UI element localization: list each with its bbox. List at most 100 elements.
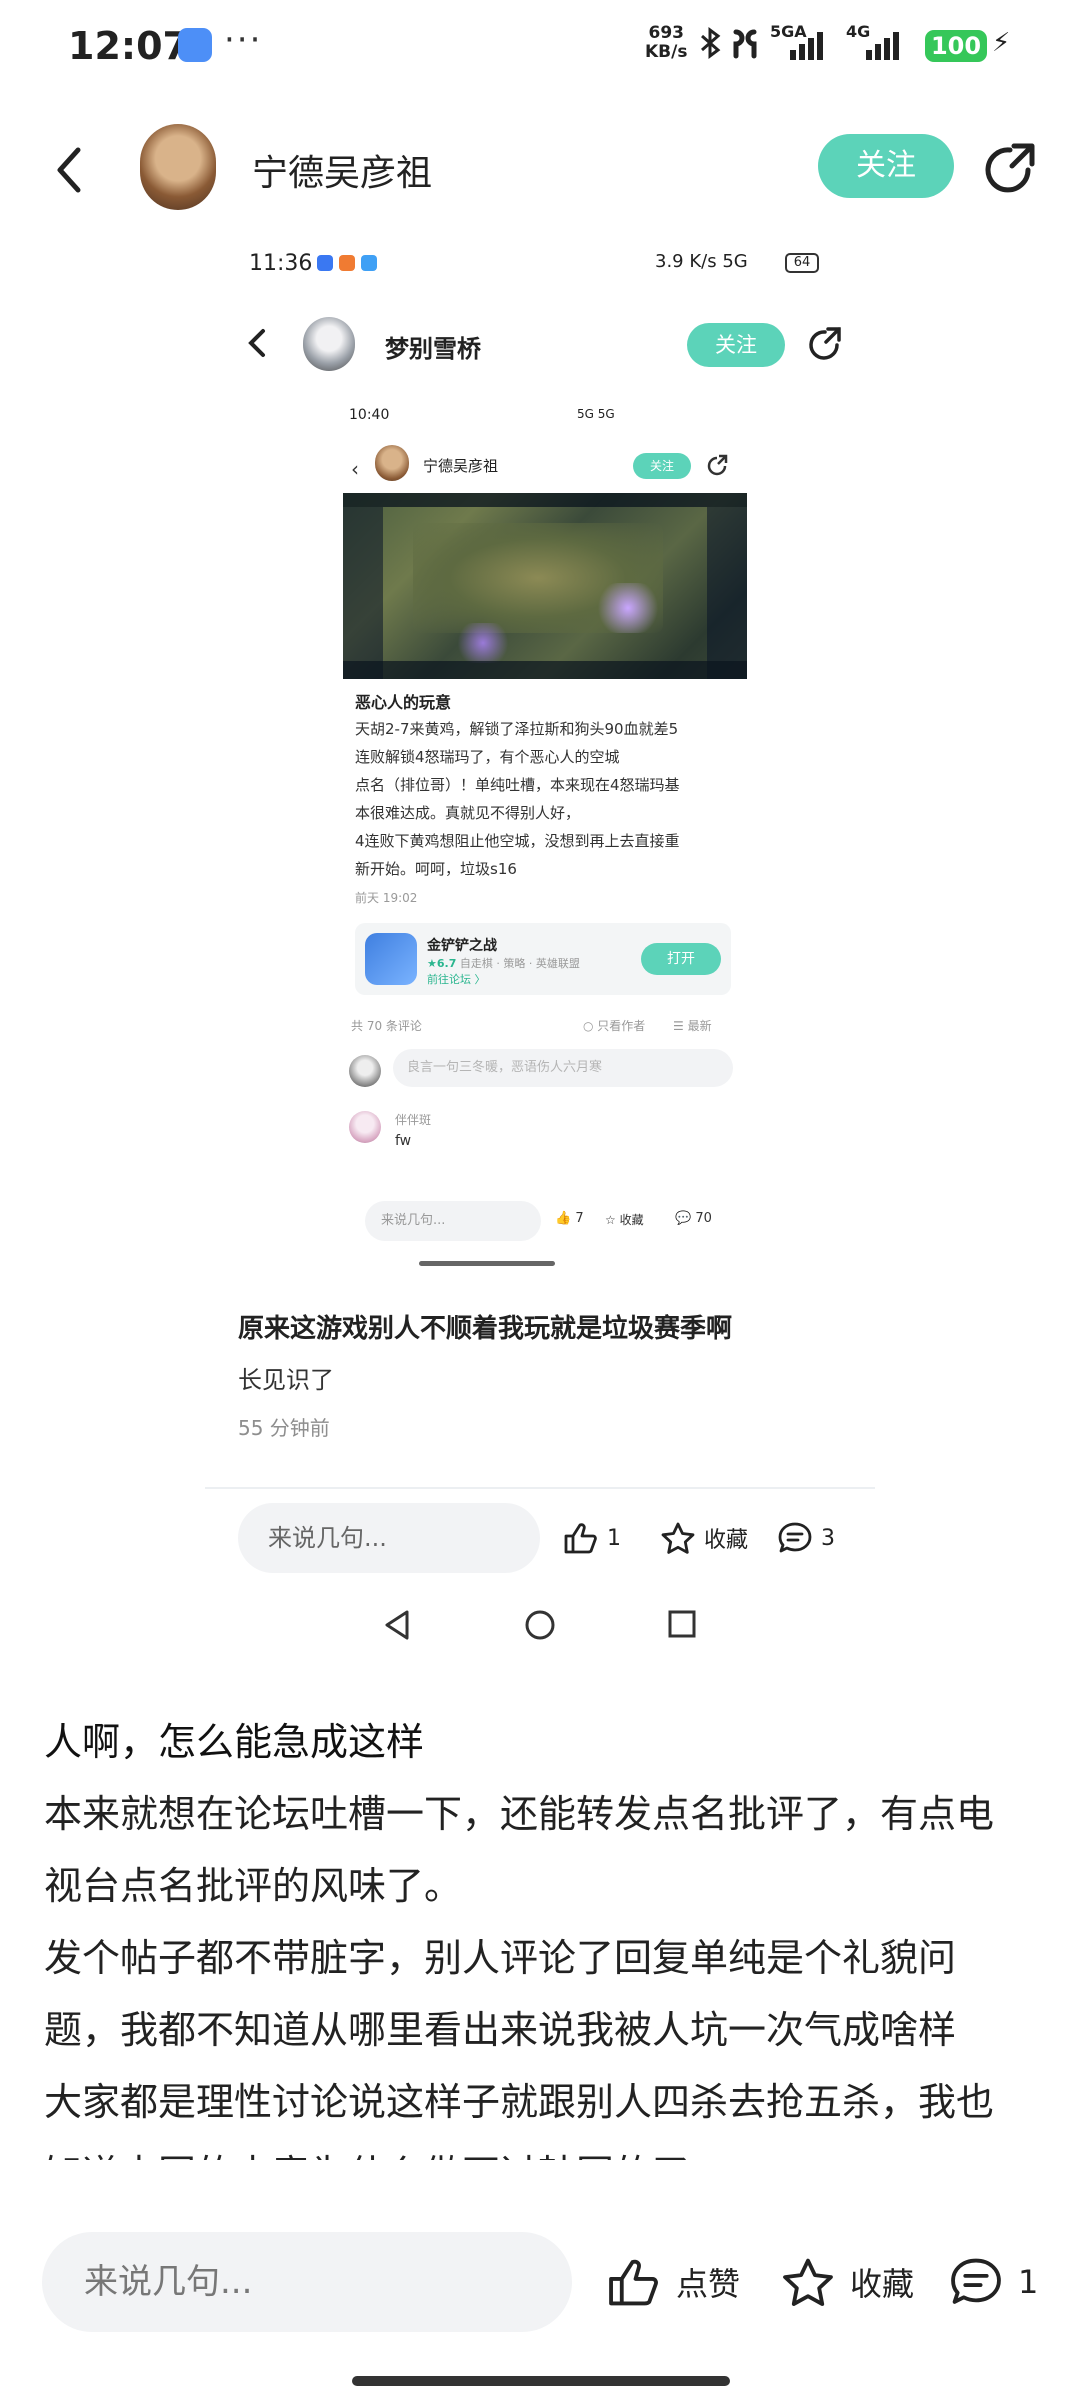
shot-like: 1: [563, 1521, 621, 1555]
shot-share-icon: [805, 325, 843, 367]
game-card-name: 金铲铲之战: [427, 938, 497, 954]
home-indicator[interactable]: [352, 2376, 730, 2386]
shot-fav-label: 收藏: [704, 1528, 749, 1553]
battery-indicator: 100: [925, 30, 987, 62]
shot-author-name: 梦别雪桥: [385, 335, 481, 363]
like-button[interactable]: 点赞: [606, 2256, 740, 2308]
nested-comment-count-button: 💬 70: [675, 1211, 712, 1226]
post-line: 发个帖子都不带脏字，别人评论了回复单纯是个礼貌问: [44, 1936, 957, 1980]
follow-button[interactable]: 关注: [818, 134, 954, 198]
nested-post-title: 恶心人的玩意: [355, 693, 452, 712]
nested-back-icon: ‹: [351, 457, 359, 481]
star-icon: [661, 1522, 695, 1554]
shot-comment-count: 3: [821, 1525, 835, 1551]
shot-author-avatar: [303, 317, 355, 371]
shot-app-icons: [317, 255, 377, 271]
post-line: 本来就想在论坛吐槽一下，还能转发点名批评了，有点电: [44, 1792, 995, 1836]
nested-post-body: 天胡2-7来黄鸡，解锁了泽拉斯和狗头90血就差5 连败解锁4怒瑞玛了，有个恶心人…: [355, 715, 745, 883]
network-speed-value: 693: [648, 23, 684, 43]
shot-post-title: 原来这游戏别人不顺着我玩就是垃圾赛季啊: [238, 1314, 733, 1344]
shot-back-icon: [245, 325, 269, 365]
nested-post-line: 新开始。呵呵，垃圾s16: [355, 860, 517, 878]
nested-share-icon: [705, 453, 729, 477]
nested-post-line: 本很难达成。真就见不得别人好，: [355, 804, 581, 822]
post-title: 人啊，怎么能急成这样: [44, 1720, 425, 1764]
nested-like-count: 👍 7: [555, 1211, 584, 1226]
thumbs-up-icon: 👍: [555, 1211, 572, 1226]
nested-favorite: ☆ 收藏: [605, 1211, 644, 1228]
like-label: 点赞: [676, 2265, 741, 2303]
bluetooth-earbuds-icons: [698, 26, 768, 68]
nested-post-line: 点名（排位哥）！单纯吐槽，本来现在4怒瑞玛基: [355, 776, 680, 794]
shot-battery: 64: [785, 253, 819, 273]
nested-commenter-avatar: [349, 1111, 381, 1143]
post-line: 视台点名批评的风味了。: [44, 1864, 463, 1908]
nested-post-line: 连败解锁4怒瑞玛了，有个恶心人的空城: [355, 748, 620, 766]
back-button[interactable]: [44, 140, 96, 200]
nested-status-time: 10:40: [349, 407, 390, 423]
nested-post-line: 4连败下黄鸡想阻止他空城，没想到再上去直接重: [355, 832, 680, 850]
nested-screenshot: 10:40 5G 5G ‹ 宁德吴彦祖 关注 恶心人的玩意 天胡2-7来黄鸡，解…: [337, 395, 749, 1430]
chevron-left-icon: [57, 147, 81, 193]
nested-post-line: 天胡2-7来黄鸡，解锁了泽拉斯和狗头90血就差5: [355, 720, 679, 738]
signal-bars-2-icon: [866, 30, 899, 60]
nested-status-icons: 5G 5G: [577, 407, 615, 421]
star-icon: [783, 2258, 833, 2306]
thumbs-up-icon: [609, 2259, 658, 2306]
nested-home-indicator: [419, 1261, 555, 1266]
nested-sort-toggle: ☰ 最新: [673, 1019, 712, 1033]
shot-bottom-bar: 来说几句... 1 收藏 3: [205, 1503, 875, 1583]
chat-bubble-icon: [778, 1522, 812, 1553]
author-avatar[interactable]: [140, 124, 216, 210]
game-card-rating: ★6.7: [427, 957, 457, 970]
nav-back-triangle-icon: [381, 1608, 413, 1646]
shot-reply-input: 来说几句...: [238, 1503, 540, 1573]
status-time: 12:07: [68, 24, 189, 68]
post-content: 人啊，怎么能急成这样 本来就想在论坛吐槽一下，还能转发点名批评了，有点电 视台点…: [44, 1706, 1044, 2210]
nested-comments: 70: [695, 1211, 712, 1226]
author-name[interactable]: 宁德吴彦祖: [252, 144, 432, 196]
share-arrow-icon: [985, 143, 1035, 193]
nested-comment-text: fw: [395, 1133, 412, 1149]
more-notifications-icon: ···: [224, 20, 263, 60]
shot-nav-bar: [205, 1600, 875, 1650]
comment-count: 1: [1018, 2263, 1039, 2301]
shot-comment: 3: [777, 1521, 835, 1555]
chat-bubble-icon: 💬: [675, 1211, 692, 1226]
nested-reply-input: 来说几句...: [365, 1201, 541, 1241]
shot-status-time: 11:36: [249, 251, 313, 276]
post-image[interactable]: 11:36 3.9 K/s 5G 64 梦别雪桥 关注 10:40 5G 5G …: [205, 235, 875, 1655]
charging-icon: ⚡: [992, 28, 1011, 58]
nested-likes: 7: [575, 1211, 584, 1226]
game-screenshot: [343, 493, 747, 679]
status-bar: 12:07 ··· 693 KB/s 5GA 4G 100 ⚡: [0, 0, 1080, 96]
nav-home-circle-icon: [523, 1608, 557, 1646]
shot-favorite: 收藏: [660, 1521, 748, 1555]
star-icon: ☆: [605, 1213, 616, 1227]
shot-follow-button: 关注: [687, 323, 785, 367]
nested-my-avatar: [349, 1055, 381, 1087]
game-app-icon: [365, 933, 417, 985]
nav-recents-square-icon: [666, 1608, 698, 1644]
network-speed: 693 KB/s: [645, 24, 687, 62]
nested-comment-count: 共 70 条评论: [351, 1019, 422, 1033]
nested-post-date: 前天 19:02: [355, 891, 418, 905]
game-card-tags: 自走棋 · 策略 · 英雄联盟: [459, 957, 580, 970]
notification-app-icon: [178, 28, 212, 62]
post-header: 宁德吴彦祖 关注: [0, 110, 1080, 230]
game-card-open-button: 打开: [641, 943, 721, 975]
nested-author-avatar: [375, 445, 409, 481]
shot-post-body: 长见识了: [238, 1366, 334, 1394]
nested-comment-input: 良言一句三冬暖，恶语伤人六月寒: [393, 1049, 733, 1087]
shot-divider: [205, 1487, 875, 1489]
chat-bubble-icon: [951, 2258, 1001, 2304]
shot-status-icons: 3.9 K/s 5G: [655, 251, 748, 272]
comment-input[interactable]: 来说几句...: [42, 2232, 572, 2332]
network-speed-unit: KB/s: [645, 42, 688, 62]
game-card-forum-link: 前往论坛 〉: [427, 973, 486, 986]
game-card: 金铲铲之战 ★6.7 自走棋 · 策略 · 英雄联盟 前往论坛 〉 打开: [355, 923, 731, 995]
share-button[interactable]: [980, 140, 1038, 198]
comment-button[interactable]: 1: [948, 2256, 1038, 2308]
nested-fav-label: 收藏: [619, 1213, 644, 1227]
favorite-button[interactable]: 收藏: [780, 2256, 914, 2308]
